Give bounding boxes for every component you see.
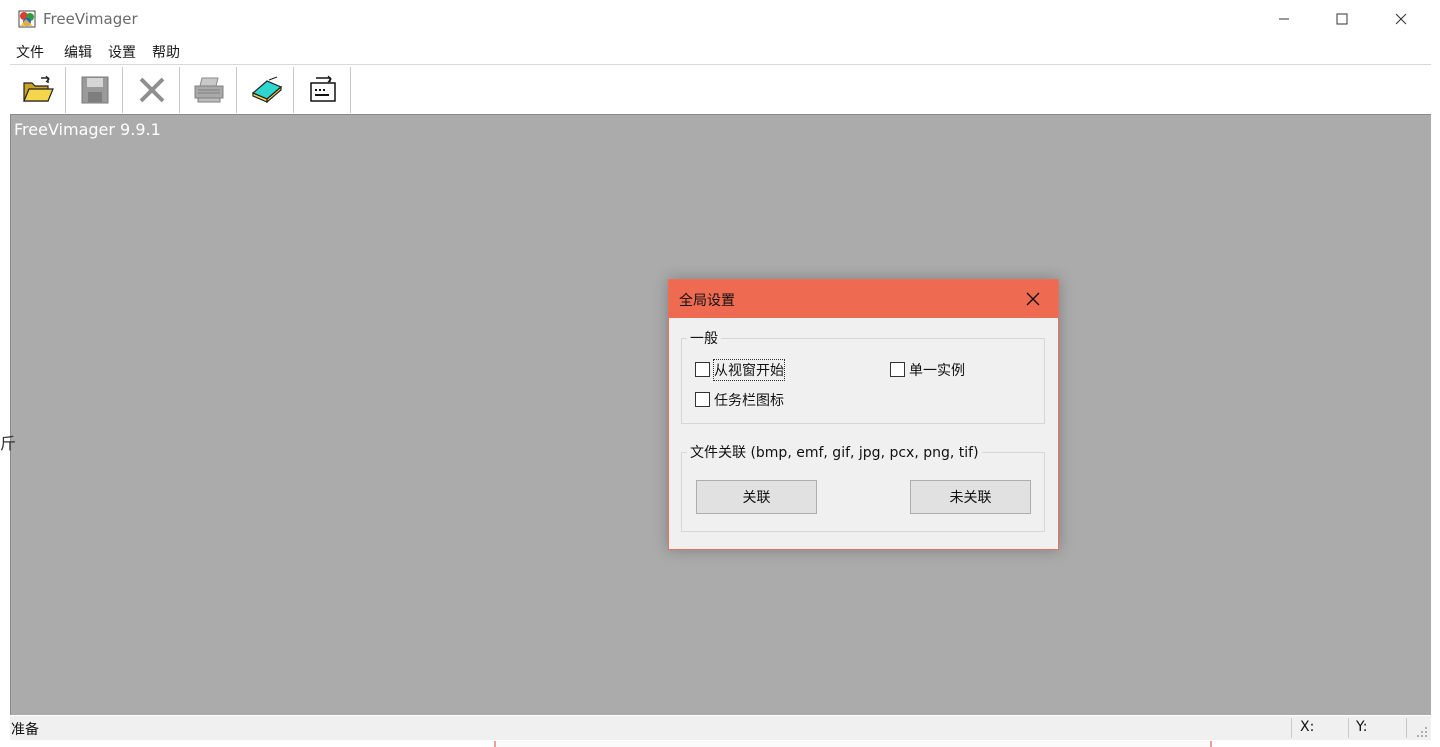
close-window-button[interactable] <box>1372 0 1430 38</box>
menu-settings[interactable]: 设置 <box>108 42 136 62</box>
status-bar: 准备 X: Y: <box>10 716 1431 740</box>
general-groupbox <box>681 338 1045 424</box>
status-divider <box>1406 718 1407 738</box>
window-title: FreeVimager <box>43 10 138 28</box>
general-group-legend: 一般 <box>687 328 721 348</box>
unassociate-button[interactable]: 未关联 <box>910 480 1031 514</box>
freevimager-app-icon <box>18 10 36 28</box>
toolbar <box>10 64 1431 114</box>
scanner-icon <box>251 76 282 104</box>
background-window-edge-text: 斤 <box>0 434 17 453</box>
menu-edit[interactable]: 编辑 <box>64 42 92 62</box>
print-button[interactable] <box>181 67 237 113</box>
maximize-button[interactable] <box>1313 0 1371 38</box>
minimize-icon <box>1279 18 1289 20</box>
open-folder-icon <box>22 75 54 102</box>
taskbar-icon-checkbox[interactable] <box>695 392 710 407</box>
status-divider <box>1348 718 1349 738</box>
taskbar-icon-label[interactable]: 任务栏图标 <box>714 390 784 410</box>
status-text: 准备 <box>11 722 39 738</box>
status-x-coordinate: X: <box>1300 719 1315 735</box>
scan-button[interactable] <box>238 67 294 113</box>
status-y-coordinate: Y: <box>1356 719 1368 735</box>
close-icon <box>1395 13 1407 25</box>
open-button[interactable] <box>10 67 66 113</box>
slideshow-icon <box>309 75 336 102</box>
version-label: FreeVimager 9.9.1 <box>14 120 161 139</box>
status-divider <box>1291 718 1292 738</box>
menu-help[interactable]: 帮助 <box>152 42 180 62</box>
file-association-legend: 文件关联 (bmp, emf, gif, jpg, pcx, png, tif) <box>687 442 982 462</box>
start-from-window-checkbox[interactable] <box>695 362 710 377</box>
printer-icon <box>194 77 223 103</box>
menu-file[interactable]: 文件 <box>16 42 44 62</box>
start-from-window-label[interactable]: 从视窗开始 <box>713 359 785 381</box>
dialog-close-icon[interactable] <box>1023 289 1043 309</box>
associate-button[interactable]: 关联 <box>696 480 817 514</box>
minimize-button[interactable] <box>1255 0 1313 38</box>
close-x-icon <box>139 77 164 103</box>
slideshow-button[interactable] <box>295 67 351 113</box>
close-image-button[interactable] <box>124 67 180 113</box>
single-instance-checkbox[interactable] <box>890 362 905 377</box>
dialog-title: 全局设置 <box>679 293 735 309</box>
save-button[interactable] <box>67 67 123 113</box>
single-instance-label[interactable]: 单一实例 <box>909 360 965 380</box>
menu-bar: 文件 编辑 设置 帮助 <box>0 38 1440 63</box>
maximize-icon <box>1336 13 1348 25</box>
main-window: FreeVimager 文件 编辑 设置 帮助 FreeVimager 9.9.… <box>0 0 1440 747</box>
background-window-edge <box>494 741 1212 747</box>
global-settings-dialog: 全局设置 一般 从视窗开始 单一实例 任务栏图标 文件关联 (bmp, emf,… <box>668 279 1059 550</box>
resize-grip-icon[interactable] <box>1414 724 1428 738</box>
dialog-title-bar[interactable]: 全局设置 <box>669 280 1058 318</box>
save-disk-icon <box>81 76 108 104</box>
title-bar: FreeVimager <box>0 0 1440 38</box>
